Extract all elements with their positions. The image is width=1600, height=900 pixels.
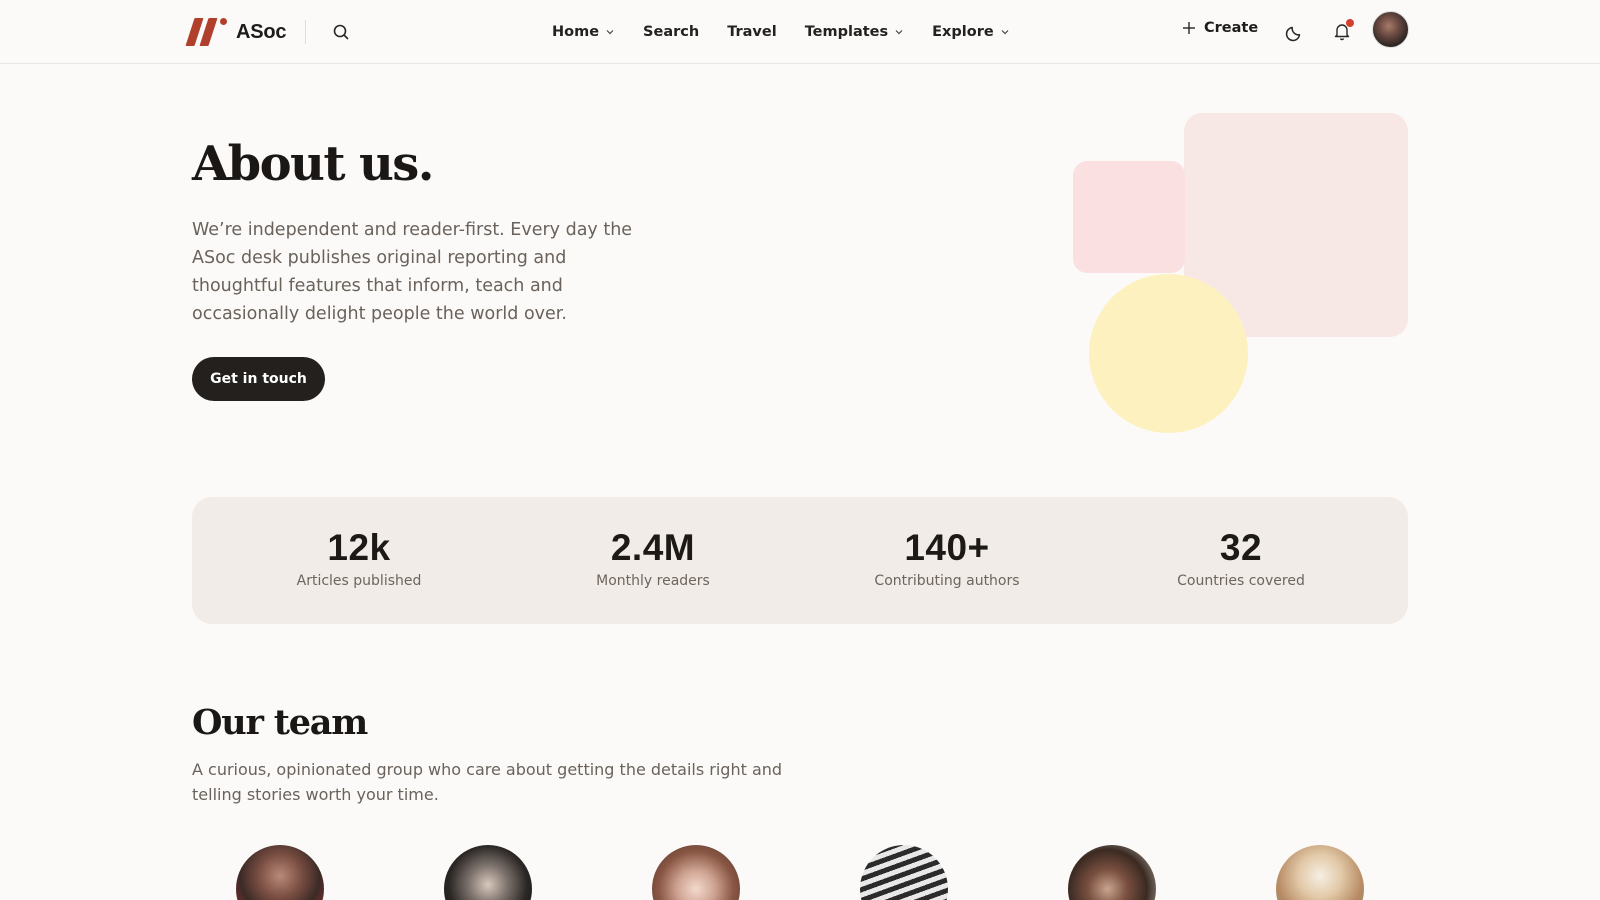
stat-label: Monthly readers	[596, 573, 710, 589]
team-member-avatar[interactable]	[860, 845, 948, 900]
user-avatar[interactable]	[1372, 11, 1409, 48]
nav-travel[interactable]: Travel	[727, 24, 777, 40]
decorative-square-small	[1073, 161, 1185, 273]
main-nav: Home Search Travel Templates Explore	[552, 0, 1038, 64]
plus-icon	[1183, 22, 1195, 34]
team-member-avatar[interactable]	[444, 845, 532, 900]
team-member-avatar[interactable]	[1276, 845, 1364, 900]
chevron-down-icon	[606, 30, 614, 35]
stat-label: Countries covered	[1177, 573, 1305, 589]
stat-value: 2.4M	[610, 527, 696, 568]
stat-value: 32	[1219, 527, 1263, 568]
team-member-avatar[interactable]	[1068, 845, 1156, 900]
search-icon[interactable]	[331, 22, 351, 42]
stat-value: 140+	[904, 527, 990, 568]
stat-countries: 32 Countries covered	[1121, 527, 1361, 589]
team-member-avatar[interactable]	[236, 845, 324, 900]
nav-home-label: Home	[552, 24, 600, 40]
nav-home[interactable]: Home	[552, 24, 615, 40]
logo-mark-icon	[185, 17, 232, 47]
nav-search[interactable]: Search	[643, 24, 699, 40]
stat-value: 12k	[327, 527, 391, 568]
team-member-avatar[interactable]	[652, 845, 740, 900]
brand-logo[interactable]: ASoc	[185, 17, 287, 47]
nav-travel-label: Travel	[727, 24, 777, 40]
nav-explore-label: Explore	[932, 24, 994, 40]
notification-badge	[1346, 19, 1354, 27]
stat-label: Contributing authors	[874, 573, 1020, 589]
stat-articles: 12k Articles published	[239, 527, 479, 589]
moon-icon[interactable]	[1284, 21, 1306, 43]
chevron-down-icon	[1001, 30, 1009, 35]
nav-explore[interactable]: Explore	[932, 24, 1010, 40]
stats-panel: 12k Articles published 2.4M Monthly read…	[192, 497, 1408, 624]
nav-search-label: Search	[643, 24, 700, 40]
hero-description: We’re independent and reader-first. Ever…	[192, 220, 633, 324]
stat-readers: 2.4M Monthly readers	[533, 527, 773, 589]
create-button[interactable]: Create	[1182, 20, 1258, 36]
header-divider	[305, 20, 306, 44]
nav-templates-label: Templates	[804, 24, 889, 40]
stat-label: Articles published	[296, 573, 422, 589]
decorative-circle	[1089, 274, 1248, 433]
page-title: About us.	[192, 136, 434, 192]
team-description: A curious, opinionated group who care ab…	[192, 760, 783, 804]
top-header: ASoc Home Search Travel Templates Explor…	[0, 0, 1600, 64]
stat-authors: 140+ Contributing authors	[827, 527, 1067, 589]
team-title: Our team	[192, 702, 368, 743]
nav-templates[interactable]: Templates	[805, 24, 904, 40]
create-button-label: Create	[1204, 20, 1259, 36]
chevron-down-icon	[895, 30, 903, 35]
brand-name: ASoc	[236, 20, 287, 43]
get-in-touch-button[interactable]: Get in touch	[192, 357, 325, 401]
